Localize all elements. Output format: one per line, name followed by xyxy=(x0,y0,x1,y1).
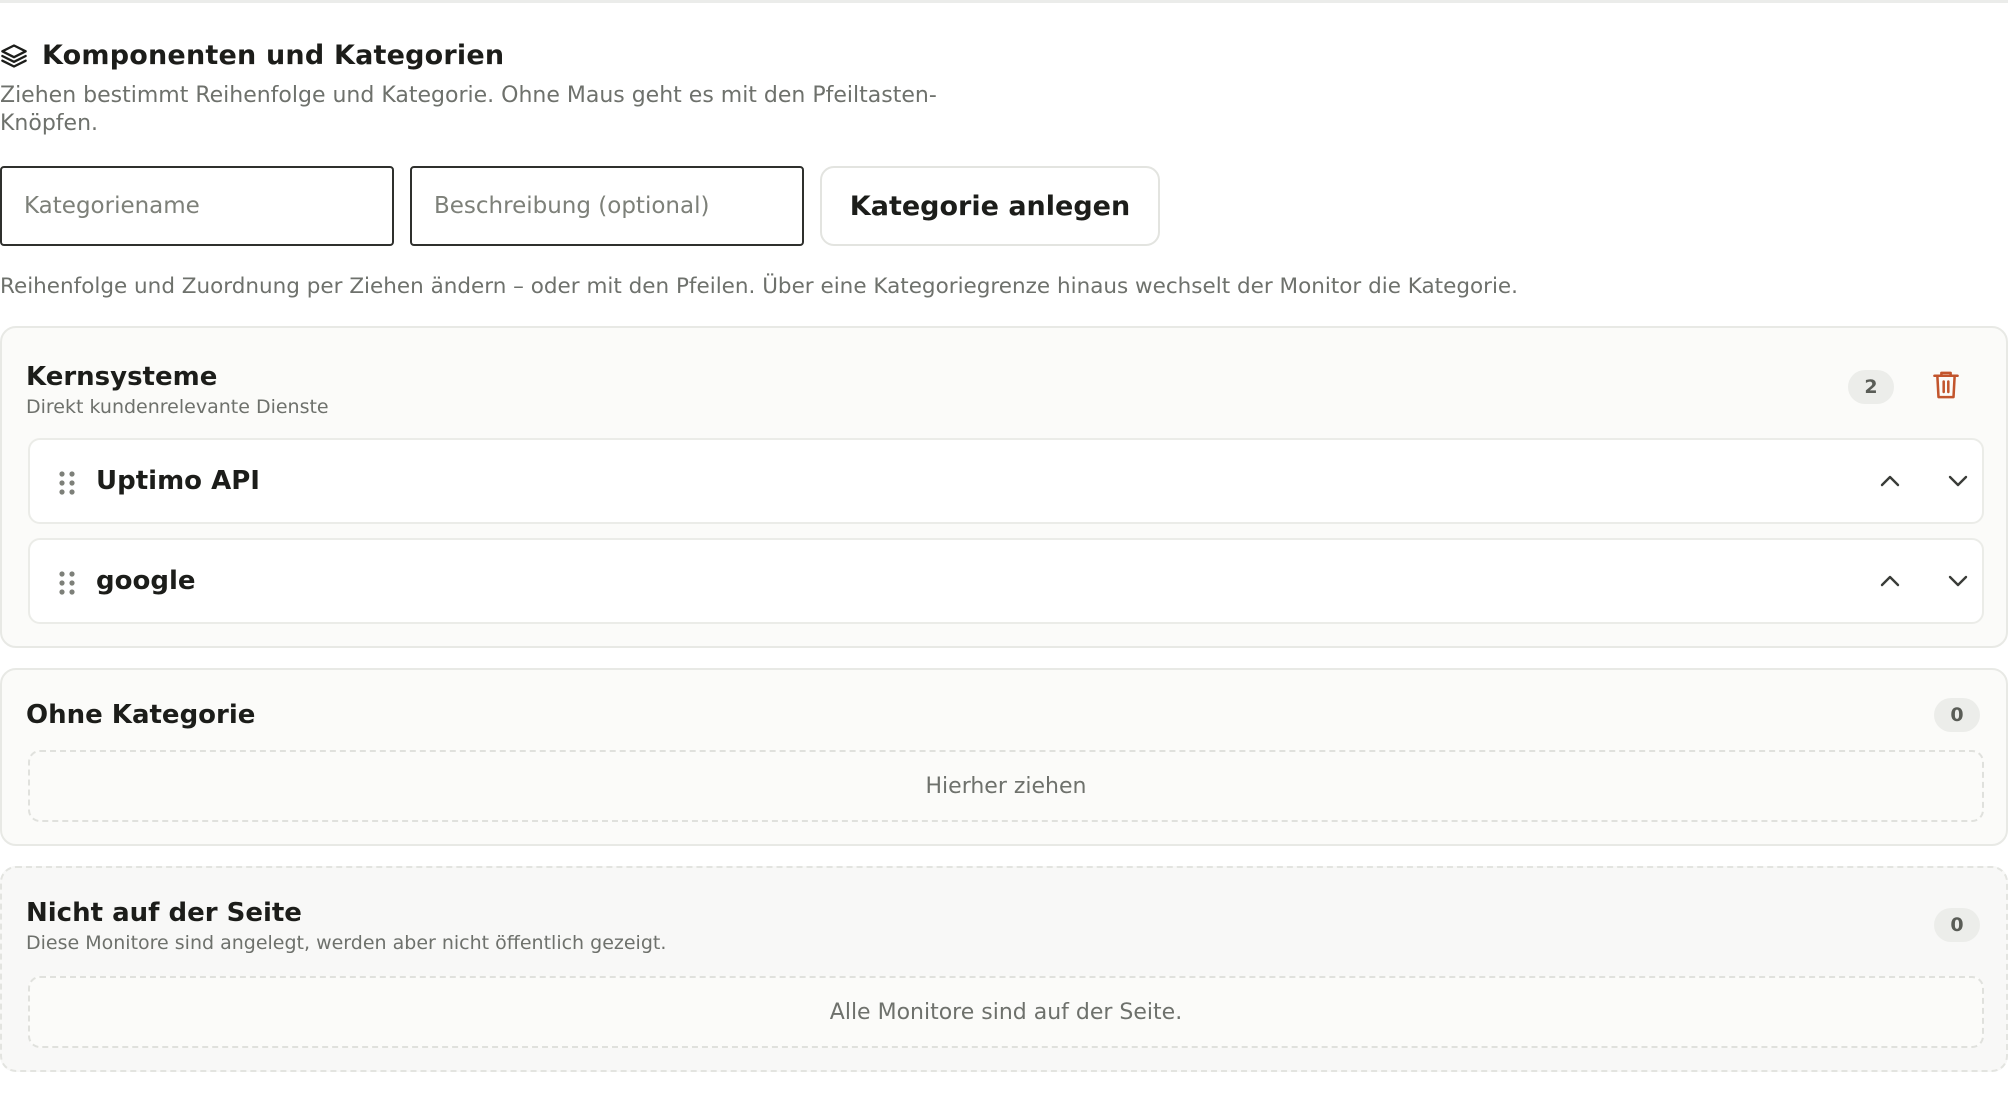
category-name-input[interactable] xyxy=(0,166,394,246)
category-count-badge: 2 xyxy=(1848,370,1894,404)
category-count-badge: 0 xyxy=(1934,698,1980,732)
category-title: Ohne Kategorie xyxy=(26,700,256,730)
create-category-button[interactable]: Kategorie anlegen xyxy=(820,166,1160,246)
category-card-not-on-page: Nicht auf der Seite Diese Monitore sind … xyxy=(0,866,2008,1072)
drag-handle-icon[interactable] xyxy=(56,470,78,496)
monitor-row[interactable]: google xyxy=(28,538,1984,624)
section-title: Komponenten und Kategorien xyxy=(0,40,504,71)
chevron-up-icon xyxy=(1879,573,1901,592)
monitor-name: Uptimo API xyxy=(96,466,260,496)
drag-handle-icon[interactable] xyxy=(56,570,78,596)
category-count-badge: 0 xyxy=(1934,908,1980,942)
section-subtitle: Ziehen bestimmt Reihenfolge und Kategori… xyxy=(0,83,937,136)
monitor-row[interactable]: Uptimo API xyxy=(28,438,1984,524)
chevron-up-icon xyxy=(1879,473,1901,492)
monitor-name: google xyxy=(96,566,196,596)
top-divider xyxy=(0,0,2008,3)
category-title: Kernsysteme xyxy=(26,362,218,392)
chevron-down-icon xyxy=(1947,573,1969,592)
category-card-uncategorized: Ohne Kategorie 0 Hierher ziehen xyxy=(0,668,2008,846)
category-description: Direkt kundenrelevante Dienste xyxy=(26,396,329,418)
category-title: Nicht auf der Seite xyxy=(26,898,302,928)
delete-category-button[interactable] xyxy=(1924,365,1968,409)
move-down-button[interactable] xyxy=(1938,562,1978,602)
reorder-hint: Reihenfolge und Zuordnung per Ziehen änd… xyxy=(0,274,1518,299)
category-description: Diese Monitore sind angelegt, werden abe… xyxy=(26,932,667,954)
drop-zone[interactable]: Alle Monitore sind auf der Seite. xyxy=(28,976,1984,1048)
move-up-button[interactable] xyxy=(1870,562,1910,602)
move-down-button[interactable] xyxy=(1938,462,1978,502)
section-title-text: Komponenten und Kategorien xyxy=(42,40,505,71)
category-description-input[interactable] xyxy=(410,166,804,246)
trash-icon xyxy=(1932,370,1960,404)
layers-icon xyxy=(0,42,28,70)
chevron-down-icon xyxy=(1947,473,1969,492)
drop-zone[interactable]: Hierher ziehen xyxy=(28,750,1984,822)
components-categories-panel: Komponenten und Kategorien Ziehen bestim… xyxy=(0,0,2008,1110)
category-card-kernsysteme: Kernsysteme Direkt kundenrelevante Diens… xyxy=(0,326,2008,648)
move-up-button[interactable] xyxy=(1870,462,1910,502)
